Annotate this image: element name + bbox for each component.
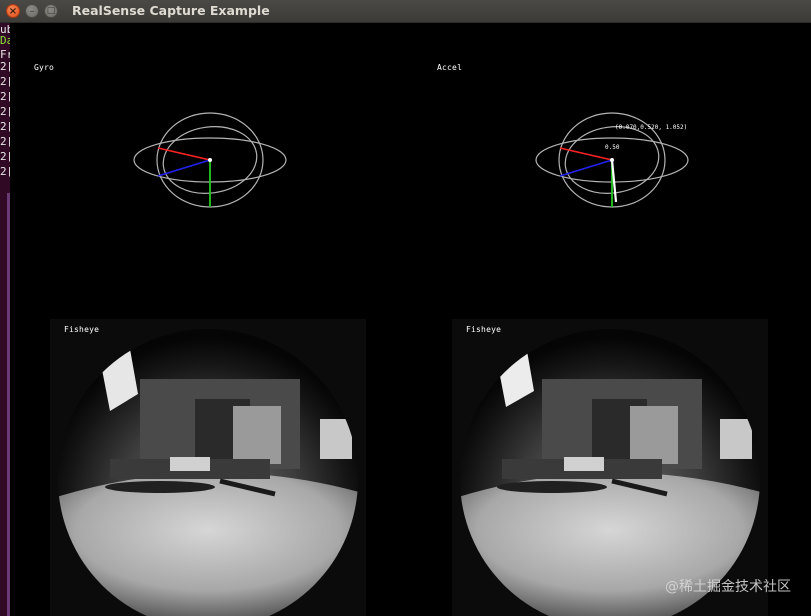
terminal-line: 2[ [0, 90, 10, 103]
gyro-x-axis [157, 147, 211, 161]
terminal-line: 2[ [0, 60, 10, 73]
terminal-line: 2[ [0, 135, 10, 148]
fisheye-right-image [452, 319, 768, 616]
accel-label: Accel [437, 63, 463, 72]
fisheye-left-image [50, 319, 366, 616]
terminal-line: Fr [0, 48, 10, 61]
minimize-window-button[interactable]: – [25, 4, 39, 18]
capture-canvas: Gyro Accel (0.070,0.520, 1.052) 0.50 Fis… [10, 23, 811, 616]
gyro-visualization [133, 112, 287, 208]
window-titlebar: × – □ RealSense Capture Example [0, 0, 811, 23]
accel-visualization: (0.070,0.520, 1.052) 0.50 [535, 112, 689, 208]
fisheye-left-label: Fisheye [64, 325, 100, 334]
accel-magnitude-text: 0.50 [605, 144, 620, 151]
watermark: @稀土掘金技术社区 [665, 579, 791, 595]
accel-vector-text: (0.070,0.520, 1.052) [615, 124, 687, 131]
gyro-origin [208, 158, 212, 162]
fisheye-right-label: Fisheye [466, 325, 502, 334]
gyro-z-axis [157, 159, 211, 177]
terminal-line: Da [0, 34, 10, 47]
terminal-line: 2[ [0, 150, 10, 163]
background-terminal: ub Da Fr 2[ 2[ 2[ 2[ 2[ 2[ 2[ 2[ [0, 23, 10, 616]
window-title: RealSense Capture Example [72, 3, 270, 18]
fisheye-right-view: Fisheye [452, 319, 768, 616]
fisheye-left-view: Fisheye [50, 319, 366, 616]
accel-origin [610, 158, 614, 162]
maximize-window-button[interactable]: □ [44, 4, 58, 18]
terminal-line: 2[ [0, 165, 10, 178]
close-window-button[interactable]: × [6, 4, 20, 18]
terminal-line: 2[ [0, 120, 10, 133]
gyro-label: Gyro [34, 63, 55, 72]
accel-z-axis [559, 159, 613, 177]
terminal-line: 2[ [0, 105, 10, 118]
terminal-line: 2[ [0, 75, 10, 88]
